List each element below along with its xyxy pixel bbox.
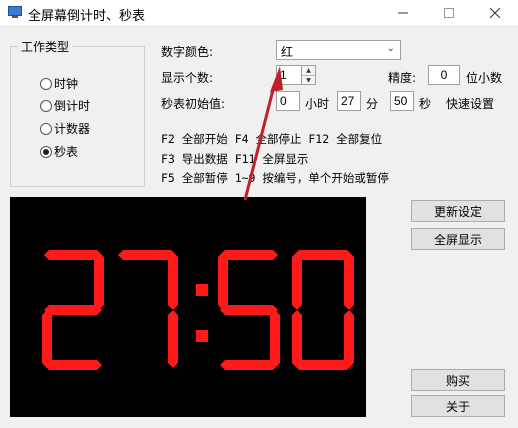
hours-unit: 小时 bbox=[305, 97, 330, 111]
digit-segment bbox=[44, 360, 102, 370]
app-icon bbox=[8, 6, 22, 18]
close-icon[interactable] bbox=[472, 0, 518, 26]
digit-segment bbox=[292, 252, 302, 310]
colon-dot bbox=[196, 330, 208, 342]
digits-input[interactable] bbox=[276, 65, 302, 85]
digit-segment bbox=[344, 252, 354, 310]
precision-label: 精度: bbox=[388, 71, 417, 85]
digit-segment bbox=[220, 360, 278, 370]
digit-segment bbox=[344, 310, 354, 368]
color-select-value: 红 bbox=[281, 45, 294, 59]
digit-segment bbox=[292, 310, 302, 368]
mode-groupbox bbox=[10, 46, 145, 187]
digit-segment bbox=[218, 252, 228, 310]
digit-segment bbox=[168, 252, 178, 310]
stepper-down-icon[interactable]: ▼ bbox=[302, 76, 315, 85]
digit-segment bbox=[44, 305, 102, 315]
seven-segment-digits bbox=[42, 250, 354, 370]
digit-segment bbox=[94, 252, 104, 310]
radio-clock[interactable]: 时钟 bbox=[40, 75, 78, 92]
chevron-down-icon[interactable]: ⌄ bbox=[387, 43, 395, 54]
initial-value-label: 秒表初始值: bbox=[161, 97, 226, 111]
precision-input[interactable] bbox=[428, 65, 460, 85]
precision-unit: 位小数 bbox=[466, 71, 503, 85]
radio-label: 计数器 bbox=[54, 122, 91, 136]
radio-label: 秒表 bbox=[54, 145, 79, 159]
radio-circle[interactable] bbox=[40, 145, 52, 158]
update-settings-button[interactable]: 更新设定 bbox=[411, 200, 505, 222]
color-label: 数字颜色: bbox=[161, 45, 214, 59]
about-button[interactable]: 关于 bbox=[411, 395, 505, 417]
quick-setting-link[interactable]: 快速设置 bbox=[446, 95, 494, 112]
maximize-icon[interactable] bbox=[426, 0, 472, 26]
digit-segment bbox=[168, 310, 178, 368]
fullscreen-button[interactable]: 全屏显示 bbox=[411, 228, 505, 250]
hotkey-line-2: F3 导出数据 F11 全屏显示 bbox=[161, 152, 309, 166]
digit-segment bbox=[118, 250, 176, 260]
digit-segment bbox=[220, 305, 278, 315]
buy-button[interactable]: 购买 bbox=[411, 369, 505, 391]
title-bar: 全屏幕倒计时、秒表 bbox=[0, 0, 518, 27]
stepper-up-icon[interactable]: ▲ bbox=[302, 66, 315, 76]
digit-segment bbox=[294, 250, 352, 260]
radio-label: 时钟 bbox=[54, 77, 79, 91]
colon-dot bbox=[196, 284, 208, 296]
minimize-icon[interactable] bbox=[380, 0, 426, 26]
hotkey-line-3: F5 全部暂停 1~9 按编号，单个开始或暂停 bbox=[161, 171, 389, 185]
hours-input[interactable] bbox=[276, 91, 300, 111]
radio-stopwatch[interactable]: 秒表 bbox=[40, 143, 78, 160]
time-display: 27:50 bbox=[10, 197, 366, 417]
hotkey-line-1: F2 全部开始 F4 全部停止 F12 全部复位 bbox=[161, 132, 383, 146]
digit-segment bbox=[220, 250, 278, 260]
window-title: 全屏幕倒计时、秒表 bbox=[28, 9, 146, 24]
digit-segment bbox=[270, 310, 280, 368]
digit-segment bbox=[44, 250, 102, 260]
digits-stepper[interactable]: ▲ ▼ bbox=[301, 65, 316, 85]
radio-circle[interactable] bbox=[40, 99, 52, 112]
radio-counter[interactable]: 计数器 bbox=[40, 120, 90, 137]
seconds-input[interactable] bbox=[390, 91, 414, 111]
seconds-unit: 秒 bbox=[419, 97, 432, 111]
radio-circle[interactable] bbox=[40, 77, 52, 90]
minutes-unit: 分 bbox=[366, 97, 379, 111]
minutes-input[interactable] bbox=[337, 91, 361, 111]
radio-circle[interactable] bbox=[40, 122, 52, 135]
digits-label: 显示个数: bbox=[161, 71, 214, 85]
radio-label: 倒计时 bbox=[54, 99, 91, 113]
digit-segment bbox=[294, 360, 352, 370]
color-select[interactable]: 红 ⌄ bbox=[276, 40, 401, 60]
radio-countdown[interactable]: 倒计时 bbox=[40, 97, 90, 114]
mode-group-title: 工作类型 bbox=[18, 38, 73, 55]
digit-segment bbox=[42, 310, 52, 368]
